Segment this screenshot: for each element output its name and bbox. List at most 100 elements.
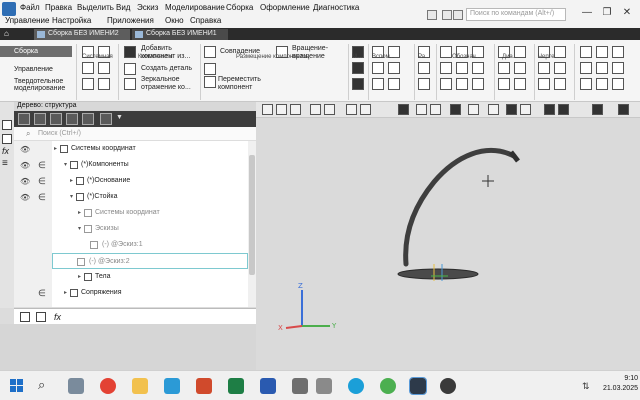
- tree-row[interactable]: 👁 ∈ ▾ (*)Стойка: [14, 189, 248, 205]
- zoom-icon[interactable]: [310, 104, 321, 115]
- tree-filter-icon[interactable]: [50, 113, 62, 125]
- designation-icon[interactable]: [440, 62, 452, 74]
- formula-icon[interactable]: fx: [2, 146, 9, 156]
- menu-settings[interactable]: Настройка: [52, 16, 91, 25]
- zoom-icon[interactable]: [324, 104, 335, 115]
- include-toggle-icon[interactable]: ∈: [38, 192, 46, 203]
- tree-row[interactable]: ▾ Эскизы: [14, 221, 248, 237]
- menu-sketch[interactable]: Эскиз: [137, 3, 158, 12]
- windows-start-icon[interactable]: [10, 379, 24, 393]
- command-search-input[interactable]: Поиск по командам (Alt+/): [466, 8, 566, 21]
- drawing-icon[interactable]: [554, 78, 566, 90]
- window-icon[interactable]: [427, 10, 437, 20]
- chevron-down-icon[interactable]: ▼: [116, 114, 123, 121]
- tab-assembly-1[interactable]: Сборка БЕЗ ИМЕНИ1: [132, 29, 228, 40]
- tree-sort-icon[interactable]: [66, 113, 78, 125]
- rotation-button[interactable]: Вращение-: [292, 45, 328, 53]
- tree-row[interactable]: ▸ Тела: [14, 269, 248, 285]
- designation-icon[interactable]: [440, 78, 452, 90]
- tree-row[interactable]: 👁 ∈ ▸ (*)Основание: [14, 173, 248, 189]
- expand-arrow-icon[interactable]: ▸: [70, 177, 73, 184]
- variables-tab-icon[interactable]: fx: [54, 312, 61, 322]
- orientation-cube-icon[interactable]: [398, 104, 409, 115]
- expand-arrow-icon[interactable]: ▸: [78, 273, 81, 280]
- tree-panel-icon[interactable]: [2, 120, 12, 130]
- diagnostics-icon[interactable]: [514, 78, 526, 90]
- tree-row[interactable]: ▸ Системы координат: [14, 205, 248, 221]
- 3d-viewport[interactable]: Z Y X: [256, 118, 640, 370]
- tab-manage[interactable]: Управление: [0, 64, 72, 75]
- tree-row-selected[interactable]: (-) @Эскиз:2: [52, 253, 248, 269]
- tree-list-icon[interactable]: [34, 113, 46, 125]
- view-icon[interactable]: [262, 104, 273, 115]
- menu-manage[interactable]: Управление: [5, 16, 49, 25]
- drawing-icon[interactable]: [538, 78, 550, 90]
- display-icon[interactable]: [430, 104, 441, 115]
- file-explorer-icon[interactable]: [132, 378, 148, 394]
- diagnostics-icon[interactable]: [498, 78, 510, 90]
- render-icon[interactable]: [488, 104, 499, 115]
- include-toggle-icon[interactable]: ∈: [38, 176, 46, 187]
- app-icon[interactable]: [440, 378, 456, 394]
- drawing-icon[interactable]: [538, 62, 550, 74]
- app-icon[interactable]: [164, 378, 180, 394]
- expand-arrow-icon[interactable]: ▸: [64, 289, 67, 296]
- snap-icon[interactable]: [520, 104, 531, 115]
- record-icon[interactable]: [453, 10, 463, 20]
- menu-window[interactable]: Окно: [165, 16, 184, 25]
- extra-icon[interactable]: [596, 78, 608, 90]
- snap-icon[interactable]: [506, 104, 517, 115]
- search-icon[interactable]: ⌕: [38, 377, 45, 393]
- collapse-arrow-icon[interactable]: ▾: [78, 225, 81, 232]
- menu-select[interactable]: Выделить: [77, 3, 114, 12]
- app-icon[interactable]: [380, 378, 396, 394]
- create-part-button[interactable]: Создать деталь: [141, 65, 192, 73]
- extra-icon[interactable]: [580, 62, 592, 74]
- move-component-icon[interactable]: [204, 76, 216, 88]
- expand-arrow-icon[interactable]: ▸: [54, 145, 57, 152]
- visibility-eye-icon[interactable]: 👁: [20, 193, 30, 202]
- menu-help[interactable]: Справка: [190, 16, 221, 25]
- expand-arrow-icon[interactable]: ▸: [78, 209, 81, 216]
- tree-row[interactable]: 👁 ∈ ▾ (*)Компоненты: [14, 157, 248, 173]
- tab-assembly[interactable]: Сборка: [0, 46, 72, 57]
- mirror-component-icon[interactable]: [124, 78, 136, 90]
- include-toggle-icon[interactable]: ∈: [38, 288, 46, 299]
- tree-view-icon[interactable]: [100, 113, 112, 125]
- visibility-eye-icon[interactable]: 👁: [20, 161, 30, 170]
- menu-apps[interactable]: Приложения: [107, 16, 154, 25]
- taskbar-clock[interactable]: 9:10 21.03.2025: [596, 374, 638, 394]
- dimension-icon[interactable]: [418, 78, 430, 90]
- restore-icon[interactable]: ❐: [600, 7, 614, 18]
- add-component-icon[interactable]: [124, 46, 136, 58]
- mirror-component-button[interactable]: Зеркальное: [141, 76, 180, 84]
- selection-icon[interactable]: [618, 104, 629, 115]
- parameters-icon[interactable]: [82, 62, 94, 74]
- view-icon[interactable]: [290, 104, 301, 115]
- section-icon[interactable]: [468, 104, 479, 115]
- tree-structure-icon[interactable]: [18, 113, 30, 125]
- diagnostics-icon[interactable]: [498, 62, 510, 74]
- edge-icon[interactable]: [348, 378, 364, 394]
- pan-icon[interactable]: [346, 104, 357, 115]
- visibility-eye-icon[interactable]: 👁: [20, 177, 30, 186]
- tree-scrollbar-thumb[interactable]: [249, 155, 255, 275]
- view-icon[interactable]: [276, 104, 287, 115]
- excel-icon[interactable]: [228, 378, 244, 394]
- aux-icon[interactable]: [388, 78, 400, 90]
- close-icon[interactable]: ✕: [620, 7, 634, 18]
- settings-icon[interactable]: [544, 104, 555, 115]
- menu-assembly[interactable]: Сборка: [226, 3, 253, 12]
- extra-icon[interactable]: [580, 78, 592, 90]
- tool-icon[interactable]: [352, 62, 364, 74]
- extra-icon[interactable]: [580, 46, 592, 58]
- add-component-button[interactable]: Добавить: [141, 45, 172, 53]
- collapse-arrow-icon[interactable]: ▾: [70, 193, 73, 200]
- designation-icon[interactable]: [456, 78, 468, 90]
- eye-icon[interactable]: [450, 104, 461, 115]
- extra-icon[interactable]: [596, 62, 608, 74]
- app-icon[interactable]: [316, 378, 332, 394]
- menu-lines-icon[interactable]: ≡: [2, 158, 8, 169]
- create-part-icon[interactable]: [124, 63, 136, 75]
- menu-view[interactable]: Вид: [116, 3, 130, 12]
